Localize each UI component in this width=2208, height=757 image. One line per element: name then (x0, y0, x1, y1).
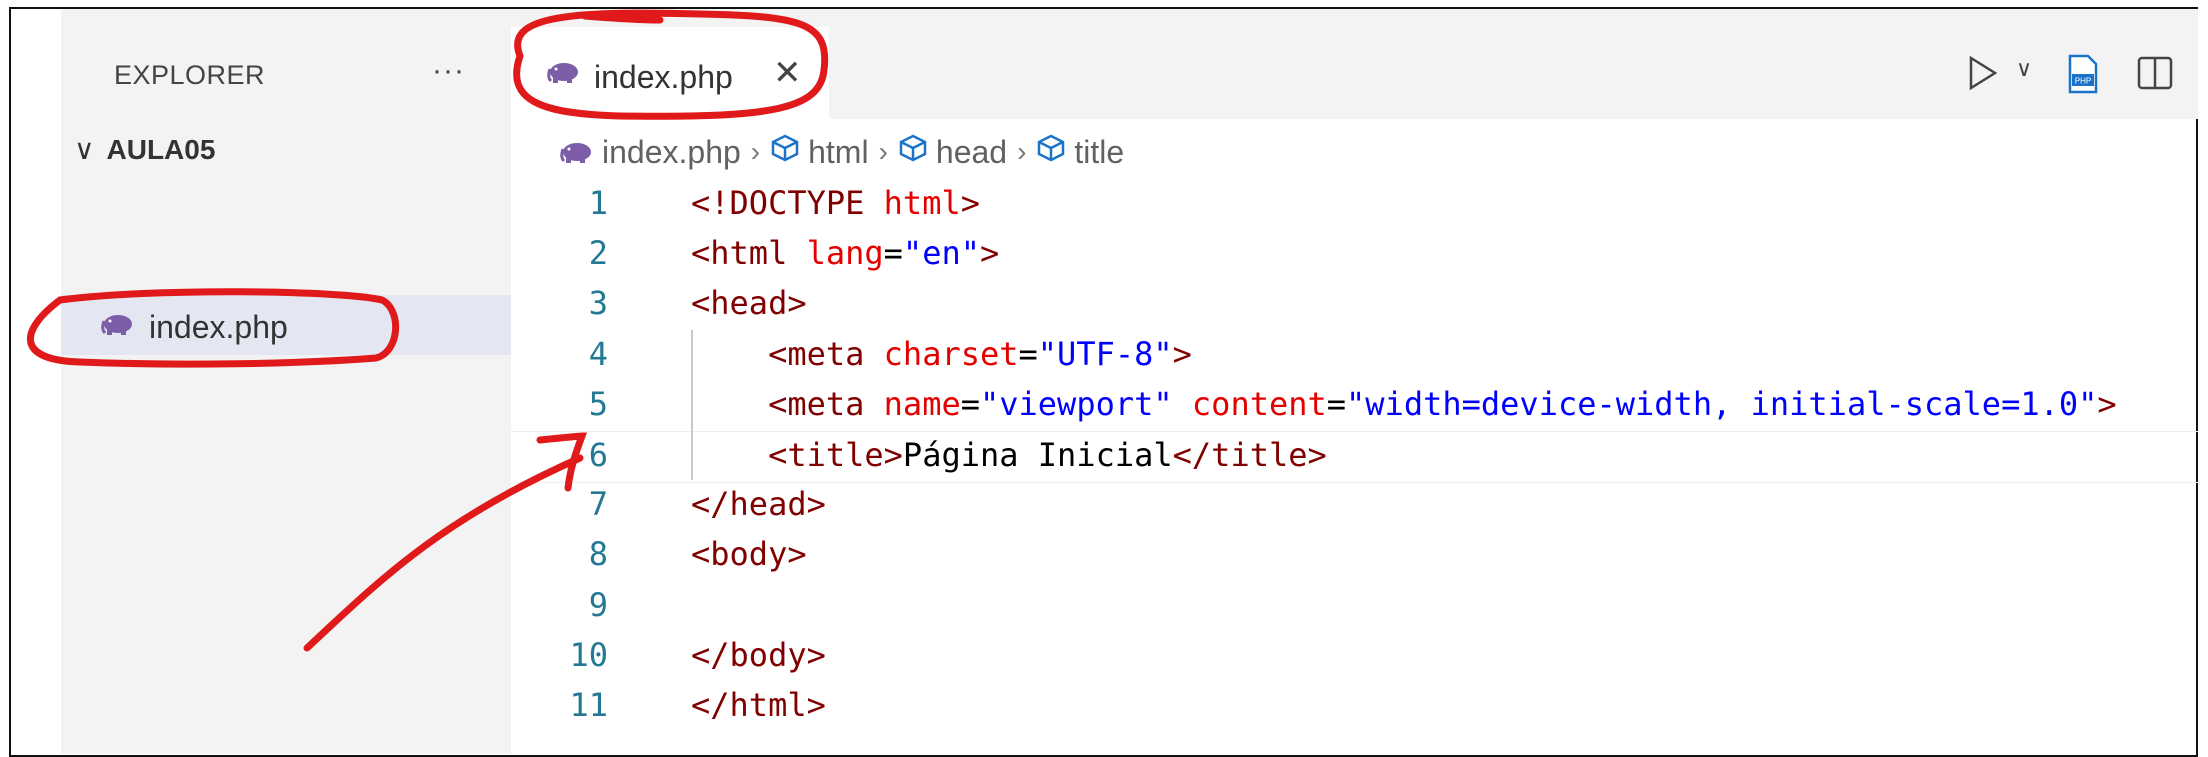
code-text: <head> (691, 284, 807, 323)
breadcrumb-file[interactable]: index.php (560, 134, 741, 171)
line-number: 10 (569, 635, 608, 674)
php-elephant-icon (560, 134, 594, 171)
code-text: </body> (691, 635, 826, 674)
line-number: 1 (588, 184, 608, 222)
play-icon[interactable] (1968, 55, 1998, 95)
tab-label: index.php (594, 59, 733, 95)
indent-guide (691, 330, 693, 480)
code-line[interactable]: 7 </head> (511, 481, 2198, 531)
breadcrumb-separator: › (1017, 136, 1027, 167)
code-line[interactable]: 10 </body> (511, 632, 2198, 682)
line-number: 7 (588, 485, 608, 524)
line-number: 8 (588, 535, 608, 574)
breadcrumb-label: head (935, 133, 1008, 170)
folder-aula05[interactable]: ∨ AULA05 (74, 133, 215, 166)
breadcrumb-head[interactable]: head (898, 133, 1007, 171)
code-text: <!DOCTYPE html> (691, 184, 980, 222)
code-line[interactable]: 4 <meta charset="UTF-8"> (511, 331, 2198, 381)
tab-index-php[interactable]: index.php ✕ (511, 27, 829, 119)
more-actions-icon[interactable]: ··· (432, 54, 465, 88)
folder-label: AULA05 (106, 134, 216, 165)
code-text: </html> (691, 686, 826, 724)
line-number: 6 (588, 436, 608, 474)
code-line[interactable]: 5 <meta name="viewport" content="width=d… (511, 381, 2198, 431)
code-text: <meta charset="UTF-8"> (768, 334, 1192, 373)
php-elephant-icon (101, 313, 135, 340)
code-editor[interactable]: 1 <!DOCTYPE html> 2 <html lang="en"> 3 <head>… (511, 180, 2198, 750)
code-line[interactable]: 1 <!DOCTYPE html> (511, 180, 2198, 230)
code-line[interactable]: 6 <title>Página Inicial</title> (511, 431, 2198, 483)
svg-text:PHP: PHP (2075, 77, 2091, 86)
chevron-down-icon: ∨ (74, 134, 95, 165)
breadcrumb: index.php › html › head › title (560, 133, 1124, 171)
explorer-sidebar (61, 9, 511, 754)
line-number: 2 (588, 234, 608, 273)
chevron-down-icon[interactable]: ∨ (2016, 56, 2032, 82)
file-label: index.php (149, 309, 288, 345)
line-number: 5 (588, 384, 608, 423)
code-text: <title>Página Inicial</title> (768, 436, 1327, 474)
line-number: 4 (588, 334, 608, 373)
code-text: <body> (691, 535, 807, 574)
code-text: <meta name="viewport" content="width=dev… (768, 384, 2117, 423)
code-line[interactable]: 11 </html> (511, 682, 2198, 732)
code-line[interactable]: 8 <body> (511, 531, 2198, 581)
breadcrumb-title[interactable]: title (1036, 133, 1124, 171)
line-number: 11 (569, 686, 608, 724)
line-number: 3 (588, 284, 608, 323)
line-number: 9 (588, 585, 608, 624)
breadcrumb-label: title (1074, 133, 1125, 170)
breadcrumb-html[interactable]: html (770, 133, 869, 171)
explorer-title: EXPLORER (114, 60, 266, 90)
cube-symbol-icon (1036, 133, 1066, 171)
cube-symbol-icon (898, 133, 928, 171)
breadcrumb-label: html (808, 133, 869, 170)
code-text: </head> (691, 485, 826, 524)
code-line[interactable]: 2 <html lang="en"> (511, 230, 2198, 280)
cube-symbol-icon (770, 133, 800, 171)
explorer-file-index-php[interactable]: index.php (61, 295, 511, 355)
code-line[interactable]: 3 <head> (511, 280, 2198, 330)
breadcrumb-separator: › (750, 136, 761, 167)
close-icon[interactable]: ✕ (773, 53, 802, 93)
php-elephant-icon (547, 61, 581, 88)
breadcrumb-file-label: index.php (602, 133, 741, 170)
breadcrumb-separator: › (878, 136, 888, 167)
split-editor-icon[interactable] (2137, 56, 2173, 95)
code-text: <html lang="en"> (691, 234, 1000, 273)
code-line[interactable]: 9 (511, 582, 2198, 632)
php-file-icon[interactable]: PHP (2066, 54, 2100, 99)
